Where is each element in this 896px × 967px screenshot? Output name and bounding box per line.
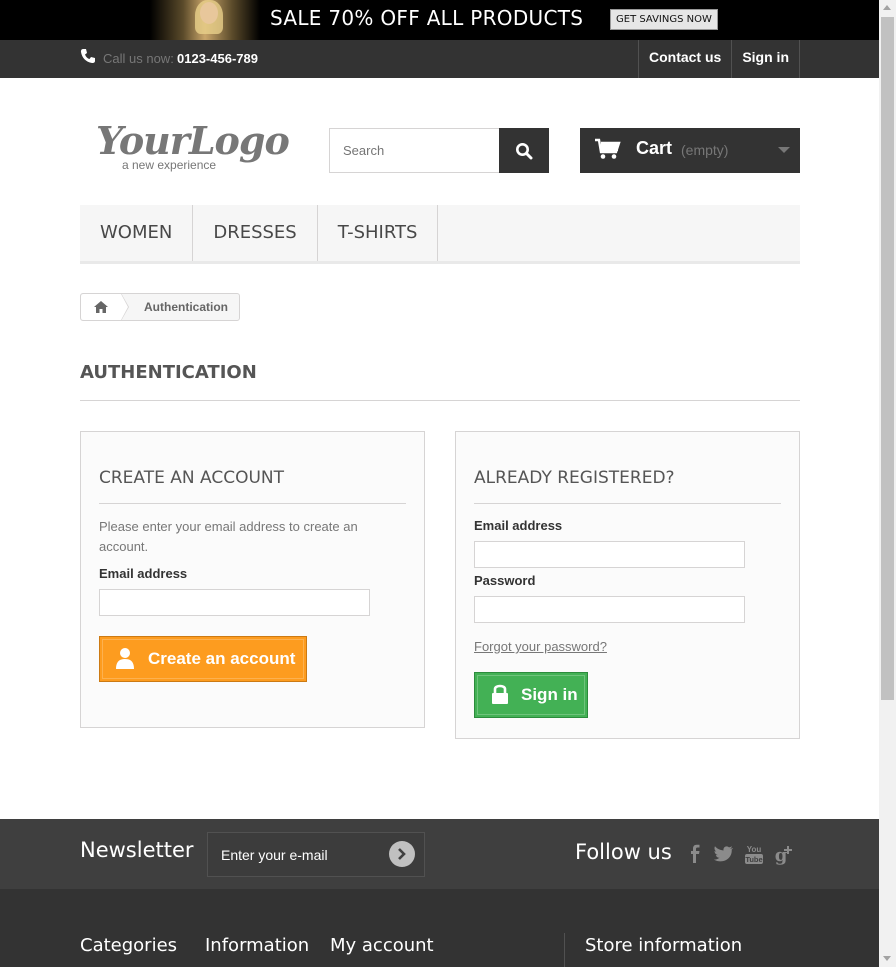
banner-text: SALE 70% OFF ALL PRODUCTS xyxy=(270,6,584,30)
create-account-button[interactable]: Create an account xyxy=(99,636,307,682)
search-box xyxy=(329,128,549,173)
create-account-title: CREATE AN ACCOUNT xyxy=(99,468,285,488)
google-plus-icon[interactable]: g xyxy=(773,843,795,865)
get-savings-button[interactable]: GET SAVINGS NOW xyxy=(610,9,718,30)
login-form: ALREADY REGISTERED? Email address Passwo… xyxy=(455,431,800,739)
create-email-field[interactable] xyxy=(99,589,370,616)
cart-block[interactable]: Cart (empty) xyxy=(580,128,800,173)
contact-us-link[interactable]: Contact us xyxy=(639,40,733,78)
youtube-icon[interactable]: You Tube xyxy=(743,843,765,865)
sign-in-button-label: Sign in xyxy=(521,685,578,704)
login-password-field[interactable] xyxy=(474,596,745,623)
call-us-label: Call us now: xyxy=(103,51,174,66)
login-password-label: Password xyxy=(474,573,536,588)
menu-item-tshirts[interactable]: T-SHIRTS xyxy=(318,205,439,261)
facebook-icon[interactable] xyxy=(684,843,706,865)
newsletter-submit-button[interactable] xyxy=(389,841,415,867)
section-divider xyxy=(474,503,781,504)
logo-main-text: YourLogo xyxy=(96,118,290,163)
menu-item-dresses[interactable]: DRESSES xyxy=(193,205,318,261)
search-button[interactable] xyxy=(499,128,549,173)
top-nav-links: Contact us Sign in xyxy=(637,40,800,78)
footer-divider xyxy=(564,933,565,967)
login-email-label: Email address xyxy=(474,518,563,533)
phone-icon xyxy=(80,49,95,64)
newsletter-bar: Newsletter Enter your e-mail Follow us Y… xyxy=(0,819,879,889)
cart-label: Cart xyxy=(636,138,673,158)
site-logo[interactable]: YourLogo a new experience xyxy=(96,118,290,178)
scroll-down-arrow-icon[interactable] xyxy=(883,956,891,961)
login-title: ALREADY REGISTERED? xyxy=(474,468,675,488)
logo-tagline: a new experience xyxy=(122,158,217,172)
login-email-field[interactable] xyxy=(474,541,745,568)
phone-number: 0123-456-789 xyxy=(177,51,258,66)
breadcrumb-home[interactable] xyxy=(81,293,129,321)
scrollbar-thumb[interactable] xyxy=(881,17,894,700)
heading-divider xyxy=(80,400,800,401)
follow-us-title: Follow us xyxy=(575,840,672,864)
page-scrollbar[interactable] xyxy=(879,0,896,967)
menu-item-women[interactable]: WOMEN xyxy=(80,205,194,261)
chevron-down-icon xyxy=(778,147,790,153)
scroll-up-arrow-icon[interactable] xyxy=(883,5,891,10)
page-title: AUTHENTICATION xyxy=(80,362,257,383)
sign-in-button[interactable]: Sign in xyxy=(474,672,588,718)
sign-in-link[interactable]: Sign in xyxy=(732,40,800,78)
home-icon xyxy=(94,301,108,313)
top-nav-bar: Call us now: 0123-456-789 Contact us Sig… xyxy=(0,40,879,78)
forgot-password-link[interactable]: Forgot your password? xyxy=(474,639,607,654)
chevron-right-icon xyxy=(398,848,406,860)
footer-main: Categories Information My account Store … xyxy=(0,889,879,967)
svg-text:Tube: Tube xyxy=(745,855,762,864)
create-account-form: CREATE AN ACCOUNT Please enter your emai… xyxy=(80,431,425,728)
user-icon xyxy=(116,648,134,669)
breadcrumb: Authentication xyxy=(80,293,240,321)
create-email-label: Email address xyxy=(99,566,188,581)
newsletter-placeholder: Enter your e-mail xyxy=(221,847,328,863)
footer-store-information-title: Store information xyxy=(585,935,743,956)
create-account-description: Please enter your email address to creat… xyxy=(99,519,358,554)
lock-icon xyxy=(492,684,508,704)
twitter-icon[interactable] xyxy=(713,843,735,865)
banner-model-image xyxy=(150,0,260,40)
section-divider xyxy=(99,503,406,504)
main-menu: WOMEN DRESSES T-SHIRTS xyxy=(80,205,800,264)
svg-text:You: You xyxy=(747,845,762,854)
newsletter-email-input[interactable]: Enter your e-mail xyxy=(207,832,425,877)
footer-information-title: Information xyxy=(205,935,310,956)
cart-icon xyxy=(595,138,621,159)
create-account-button-label: Create an account xyxy=(148,649,296,668)
breadcrumb-current: Authentication xyxy=(144,300,228,314)
footer-categories-title: Categories xyxy=(80,935,178,956)
svg-text:g: g xyxy=(775,845,788,865)
search-input[interactable] xyxy=(329,128,499,173)
footer-my-account-title: My account xyxy=(330,935,434,956)
search-icon xyxy=(516,142,533,159)
promo-banner[interactable]: SALE 70% OFF ALL PRODUCTS GET SAVINGS NO… xyxy=(0,0,879,40)
cart-quantity: (empty) xyxy=(681,142,729,158)
newsletter-title: Newsletter xyxy=(80,838,194,862)
